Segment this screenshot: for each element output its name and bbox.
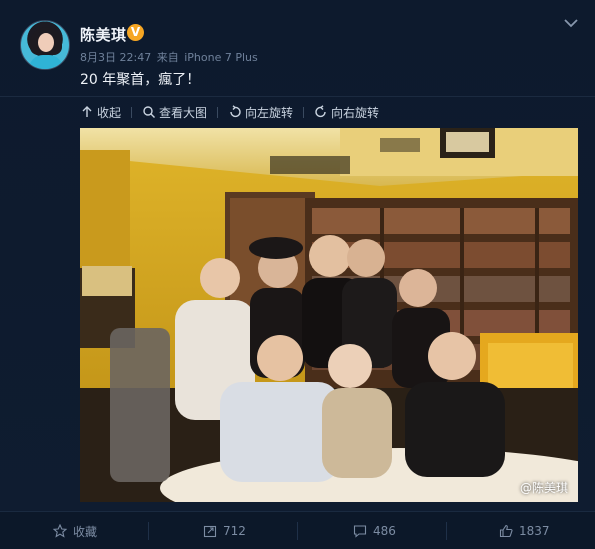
rotate-right-icon [315, 105, 326, 118]
rotate-left-button[interactable]: 向左旋转 [228, 103, 293, 121]
comment-icon [353, 525, 367, 538]
rotate-right-label: 向右旋转 [331, 105, 380, 120]
post-photo[interactable]: @陈美琪 [80, 128, 578, 502]
star-icon [53, 524, 67, 538]
thumbs-up-icon [499, 524, 513, 538]
post-actions-bar: 收藏 712 486 1837 [0, 511, 595, 549]
toolbar-separator [303, 107, 305, 118]
source-prefix: 来自 [156, 51, 179, 64]
like-button[interactable]: 1837 [499, 512, 550, 549]
post-date[interactable]: 8月3日 22:47 [80, 51, 151, 64]
rotate-right-button[interactable]: 向右旋转 [314, 103, 379, 121]
divider [0, 96, 595, 97]
collapse-label: 收起 [97, 105, 122, 120]
post-header: 陈美琪 V 8月3日 22:47 来自 iPhone 7 Plus 20 年聚首… [0, 0, 595, 96]
favorite-label: 收藏 [73, 524, 98, 539]
chevron-down-icon[interactable] [563, 16, 579, 30]
rotate-left-label: 向左旋转 [245, 105, 294, 120]
author-avatar[interactable] [20, 20, 70, 70]
photo-watermark: @陈美琪 [519, 481, 568, 495]
favorite-button[interactable]: 收藏 [53, 512, 97, 549]
author-name[interactable]: 陈美琪 [80, 24, 127, 45]
footer-separator [446, 522, 447, 540]
comment-count: 486 [373, 524, 396, 538]
repost-icon [203, 525, 217, 538]
comment-button[interactable]: 486 [353, 512, 396, 549]
post-meta: 8月3日 22:47 来自 iPhone 7 Plus [80, 49, 260, 65]
repost-count: 712 [223, 524, 246, 538]
rotate-left-icon [230, 105, 241, 118]
view-large-button[interactable]: 查看大图 [142, 103, 207, 121]
toolbar-separator [131, 107, 133, 118]
magnifier-icon [143, 106, 156, 118]
footer-separator [148, 522, 149, 540]
toolbar-separator [217, 107, 219, 118]
verified-badge-icon: V [127, 24, 144, 41]
arrow-up-icon [82, 106, 92, 117]
post-text: 20 年聚首，瘋了！ [80, 72, 201, 88]
view-large-label: 查看大图 [159, 105, 208, 120]
group-photo-illustration [80, 128, 578, 502]
weibo-post-card: 陈美琪 V 8月3日 22:47 来自 iPhone 7 Plus 20 年聚首… [0, 0, 595, 549]
repost-button[interactable]: 712 [203, 512, 246, 549]
footer-separator [297, 522, 298, 540]
post-source[interactable]: iPhone 7 Plus [184, 51, 258, 64]
image-toolbar: 收起 查看大图 向左旋转 向右旋转 [80, 103, 391, 121]
collapse-button[interactable]: 收起 [80, 103, 121, 121]
like-count: 1837 [519, 524, 550, 538]
